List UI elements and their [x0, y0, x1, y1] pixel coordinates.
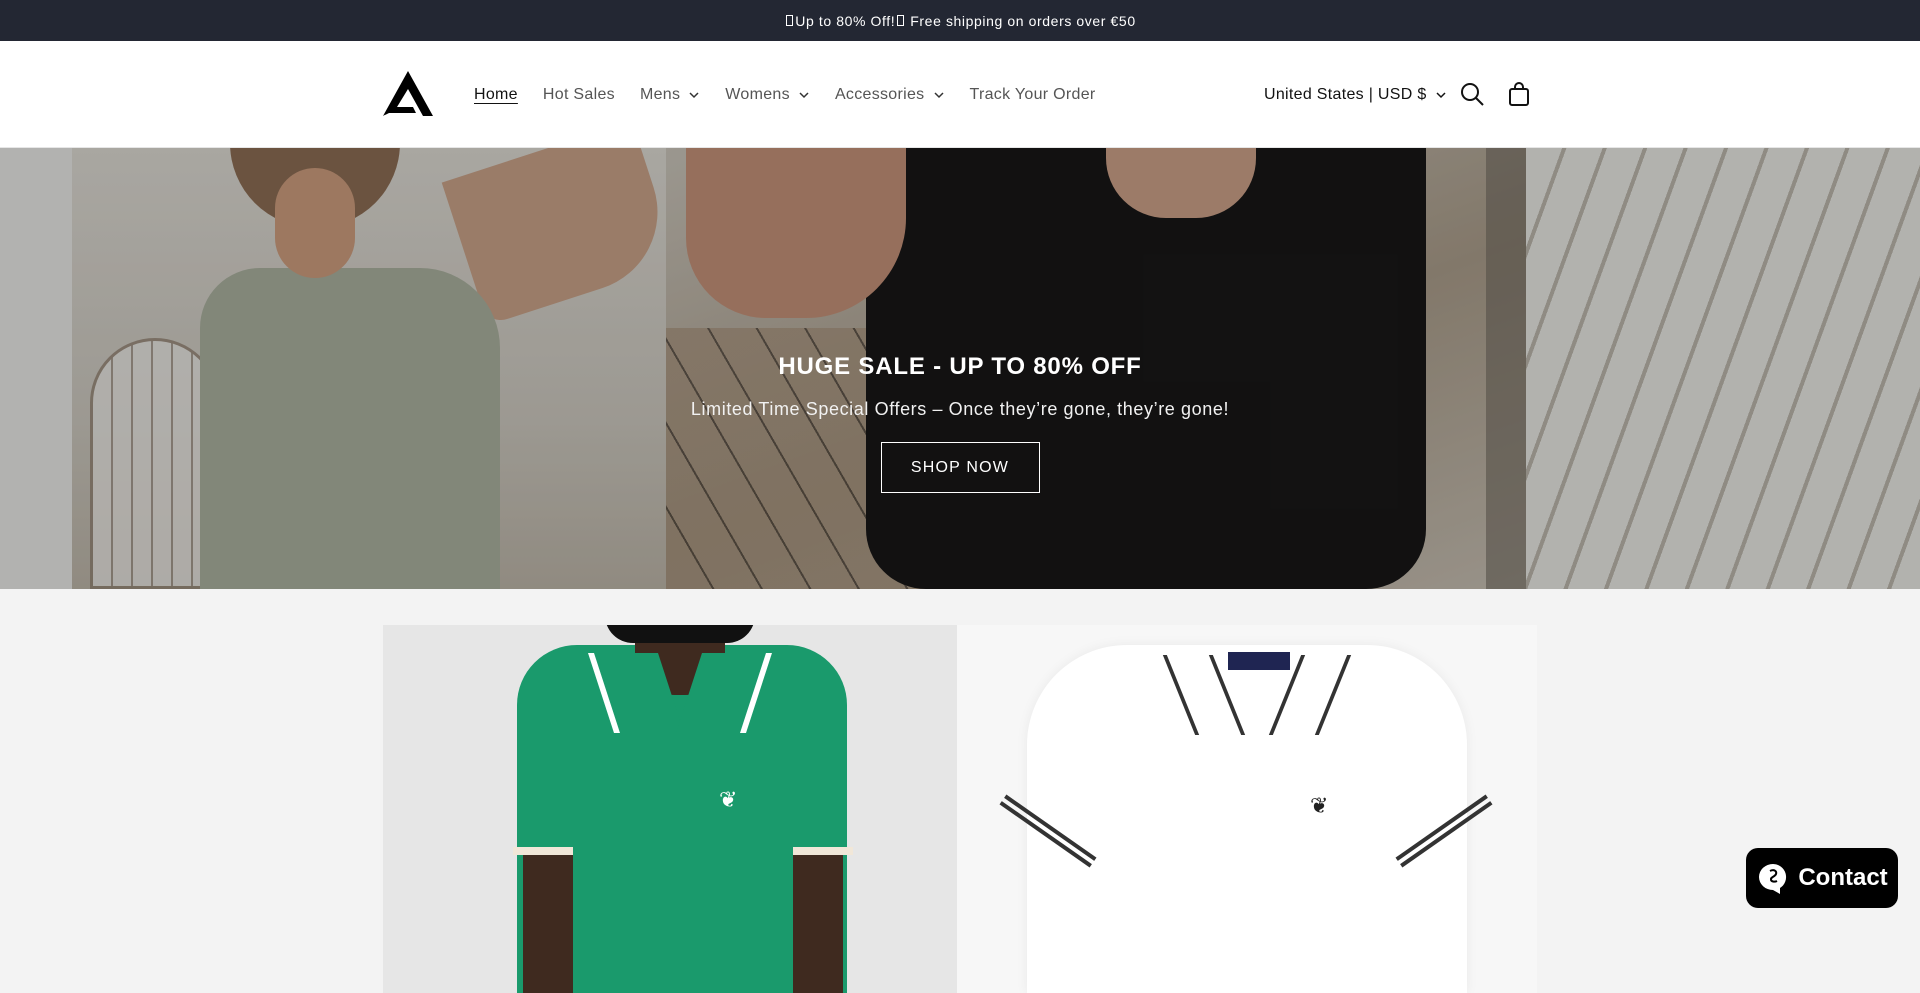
nav-item-mens[interactable]: Mens	[640, 86, 700, 104]
announcement-text-after: Free shipping on orders over €50	[910, 12, 1136, 29]
announcement-text-before: Up to 80% Off!	[795, 12, 896, 29]
hero-title: HUGE SALE - UP TO 80% OFF	[778, 353, 1142, 380]
hero-subtitle: Limited Time Special Offers – Once they’…	[690, 399, 1230, 419]
emoji-placeholder-icon	[786, 15, 794, 26]
nav-item-label: Mens	[639, 85, 681, 103]
nav-item-womens[interactable]: Womens	[725, 86, 810, 104]
product-grid: ❦ ❦	[0, 589, 1920, 993]
nav-item-label: Accessories	[834, 85, 925, 103]
chevron-down-icon	[689, 91, 699, 98]
product-card-green-polo[interactable]: ❦	[383, 625, 957, 993]
search-icon[interactable]	[1458, 80, 1486, 108]
hero-content: HUGE SALE - UP TO 80% OFF Limited Time S…	[0, 148, 1920, 589]
chevron-down-icon	[799, 91, 809, 98]
main-nav: Home Hot Sales Mens Womens Accessories T…	[474, 41, 1121, 148]
announcement-bar: Up to 80% Off! Free shipping on orders o…	[0, 0, 1920, 41]
emoji-placeholder-icon	[897, 15, 905, 26]
nav-item-label: Track Your Order	[969, 85, 1096, 103]
hero-banner: HUGE SALE - UP TO 80% OFF Limited Time S…	[0, 148, 1920, 589]
laurel-logo-icon: ❦	[719, 787, 738, 812]
shop-now-button[interactable]: SHOP NOW	[880, 442, 1040, 493]
nav-item-label: Hot Sales	[542, 85, 615, 103]
chevron-down-icon	[933, 91, 944, 98]
product-card-white-polo[interactable]: ❦	[957, 625, 1537, 993]
region-label: United States | USD $	[1264, 85, 1427, 103]
nav-item-hot-sales[interactable]: Hot Sales	[543, 86, 615, 104]
nav-item-home[interactable]: Home	[474, 86, 518, 104]
nav-item-accessories[interactable]: Accessories	[835, 86, 945, 104]
nav-item-track-order[interactable]: Track Your Order	[970, 86, 1096, 104]
chat-icon	[1759, 863, 1787, 894]
chevron-down-icon	[1436, 91, 1446, 98]
collar-label-tag	[1228, 652, 1290, 670]
laurel-logo-icon: ❦	[1310, 793, 1329, 818]
contact-chat-button[interactable]: Contact	[1746, 848, 1898, 908]
nav-item-label: Womens	[725, 85, 790, 103]
country-currency-selector[interactable]: United States | USD $	[1264, 41, 1447, 148]
site-header: Home Hot Sales Mens Womens Accessories T…	[0, 41, 1920, 148]
cart-icon[interactable]	[1505, 80, 1533, 108]
nav-item-label: Home	[474, 85, 518, 103]
contact-label: Contact	[1798, 864, 1888, 891]
brand-logo-icon[interactable]	[383, 71, 433, 116]
